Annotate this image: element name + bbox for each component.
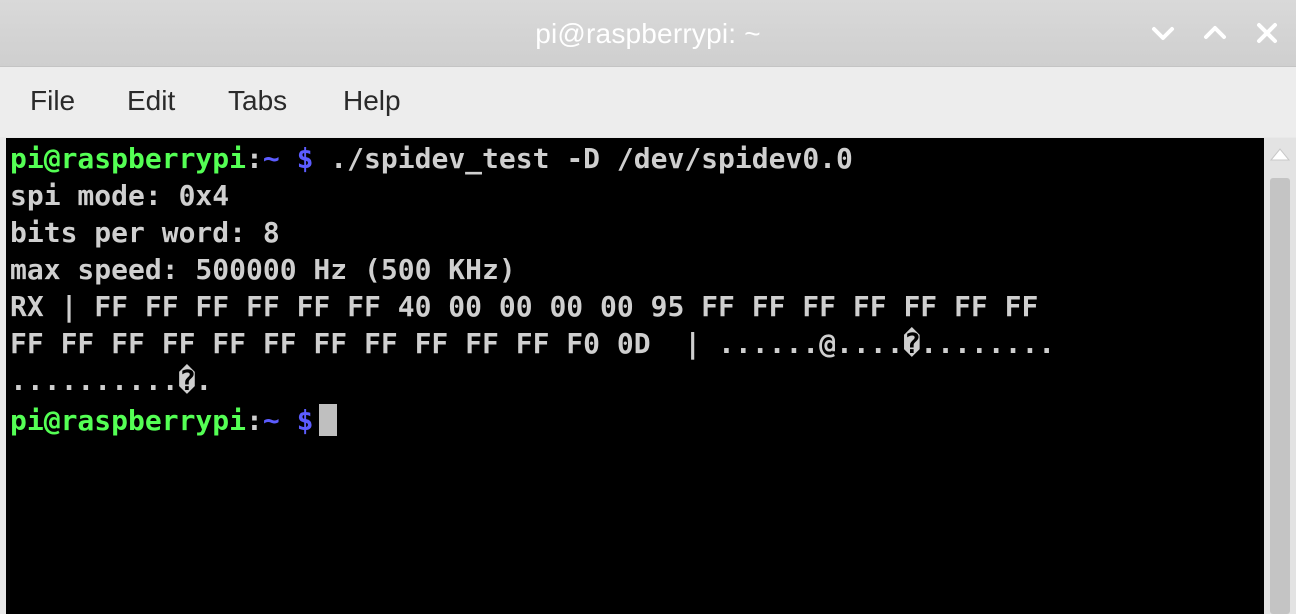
chevron-up-icon: [1204, 26, 1226, 39]
vertical-scrollbar[interactable]: [1264, 138, 1296, 614]
prompt-dollar: $: [296, 142, 314, 175]
prompt-path: ~: [262, 142, 280, 175]
prompt-separator: :: [246, 142, 263, 175]
prompt-separator: :: [246, 404, 263, 437]
output-line: spi mode: 0x4: [10, 179, 230, 212]
title-bar[interactable]: pi@raspberrypi: ~: [0, 0, 1296, 67]
output-line: RX | FF FF FF FF FF FF 40 00 00 00 00 95…: [10, 290, 1039, 323]
menu-help[interactable]: Help: [343, 85, 401, 117]
command-line: pi@raspberrypi:~ $ ./spidev_test -D /dev…: [10, 140, 853, 177]
scrollbar-thumb[interactable]: [1270, 178, 1290, 614]
chevron-down-icon: [1152, 27, 1174, 40]
output-line: max speed: 500000 Hz (500 KHz): [10, 253, 516, 286]
close-button[interactable]: [1248, 14, 1286, 52]
command-text: ./spidev_test -D /dev/spidev0.0: [313, 142, 853, 175]
text-cursor: [319, 404, 338, 436]
close-icon: [1257, 23, 1277, 43]
output-line: bits per word: 8: [10, 216, 280, 249]
triangle-up-icon[interactable]: [1268, 142, 1292, 166]
menu-bar: File Edit Tabs Help: [0, 67, 1296, 137]
output-line: ..........�.: [10, 364, 213, 397]
minimize-button[interactable]: [1144, 14, 1182, 52]
window-title: pi@raspberrypi: ~: [535, 18, 761, 49]
terminal-output[interactable]: pi@raspberrypi:~ $ ./spidev_test -D /dev…: [6, 138, 1264, 614]
prompt-line: pi@raspberrypi:~ $: [10, 402, 338, 439]
prompt-user: pi@raspberrypi: [10, 142, 247, 175]
prompt-path: ~: [262, 404, 280, 437]
prompt-user: pi@raspberrypi: [10, 404, 247, 437]
menu-edit[interactable]: Edit: [127, 85, 175, 117]
maximize-button[interactable]: [1196, 14, 1234, 52]
menu-file[interactable]: File: [30, 85, 75, 117]
terminal-window: pi@raspberrypi: ~ File Edit Tabs Help pi…: [0, 0, 1296, 614]
output-line: FF FF FF FF FF FF FF FF FF FF FF F0 0D |…: [10, 327, 1056, 360]
menu-tabs[interactable]: Tabs: [228, 85, 287, 117]
prompt-dollar: $: [296, 404, 314, 437]
